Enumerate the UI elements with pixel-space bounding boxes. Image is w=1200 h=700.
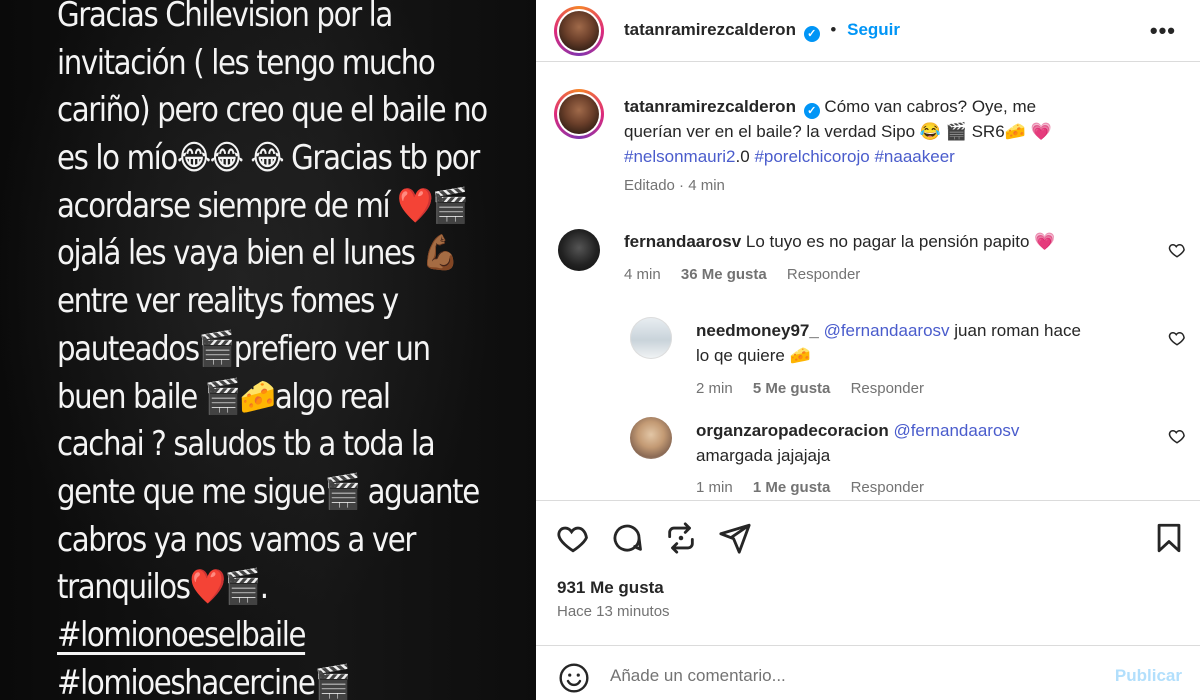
comment-meta: 4 min 36 Me gusta Responder bbox=[624, 266, 876, 283]
comment-username[interactable]: organzaropadecoracion bbox=[696, 421, 889, 440]
post-actions: 931 Me gusta Hace 13 minutos Publicar bbox=[536, 500, 1200, 700]
comment-mention[interactable]: @fernandaarosv bbox=[824, 321, 950, 340]
add-comment-bar: Publicar bbox=[536, 645, 1200, 700]
story-line: pauteados🎬prefiero ver un bbox=[57, 328, 431, 369]
story-text: Gracias Chilevision por la invitación ( … bbox=[57, 0, 488, 700]
repost-icon[interactable] bbox=[664, 521, 698, 555]
comment-likes[interactable]: 1 Me gusta bbox=[753, 479, 831, 496]
smiley-icon[interactable] bbox=[558, 662, 590, 694]
story-line: cariño) pero creo que el baile no bbox=[57, 90, 488, 131]
story-image: Gracias Chilevision por la invitación ( … bbox=[0, 0, 536, 700]
comment-meta: 1 min 1 Me gusta Responder bbox=[696, 479, 940, 496]
story-line: tranquilos❤️🎬. bbox=[57, 567, 269, 608]
comment-meta: 2 min 5 Me gusta Responder bbox=[696, 380, 940, 397]
comment-reply-item: needmoney97_ @fernandaarosv juan roman h… bbox=[536, 313, 1200, 403]
caption-text: tatanramirezcalderon ✓ Cómo van cabros? … bbox=[624, 94, 1094, 169]
story-hashtag: #lomioeshacercine🎬 bbox=[57, 662, 351, 700]
caption-meta: Editado · 4 min bbox=[624, 177, 725, 194]
comment-body: amargada jajajaja bbox=[696, 446, 831, 465]
post-panel: tatanramirezcalderon ✓ • Seguir ••• tata… bbox=[536, 0, 1200, 700]
author-username[interactable]: tatanramirezcalderon bbox=[624, 20, 796, 39]
reply-button[interactable]: Responder bbox=[851, 380, 924, 397]
caption-hashtag[interactable]: #naaakeer bbox=[874, 147, 954, 166]
story-line: Gracias Chilevision por la bbox=[57, 0, 393, 35]
comment-text: organzaropadecoracion @fernandaarosv ama… bbox=[696, 418, 1096, 468]
story-line: cachai ? saludos tb a toda la bbox=[57, 424, 436, 465]
comment-likes[interactable]: 5 Me gusta bbox=[753, 380, 831, 397]
follow-button[interactable]: Seguir bbox=[847, 20, 900, 39]
caption-hashtag[interactable]: #nelsonmauri2 bbox=[624, 147, 736, 166]
heart-icon[interactable] bbox=[1168, 427, 1186, 445]
comment-username[interactable]: needmoney97_ bbox=[696, 321, 819, 340]
likes-count[interactable]: 931 Me gusta bbox=[557, 578, 664, 598]
comment-bubble-icon[interactable] bbox=[610, 521, 644, 555]
story-line: acordarse siempre de mí ❤️🎬 bbox=[57, 185, 469, 226]
caption-hashtag-suffix: .0 bbox=[735, 147, 750, 166]
comment-username[interactable]: fernandaarosv bbox=[624, 232, 741, 251]
comment-likes[interactable]: 36 Me gusta bbox=[681, 266, 767, 283]
comment-text: needmoney97_ @fernandaarosv juan roman h… bbox=[696, 318, 1096, 368]
paper-plane-icon[interactable] bbox=[718, 521, 752, 555]
comment-input[interactable] bbox=[610, 660, 1090, 692]
comment-text: fernandaarosv Lo tuyo es no pagar la pen… bbox=[624, 229, 1084, 254]
story-hashtag: #lomionoeselbaile bbox=[57, 614, 306, 655]
separator-dot: • bbox=[830, 20, 837, 39]
caption: tatanramirezcalderon ✓ Cómo van cabros? … bbox=[536, 63, 1200, 213]
header-info: tatanramirezcalderon ✓ • Seguir bbox=[624, 20, 900, 42]
heart-icon[interactable] bbox=[556, 521, 590, 555]
comment-reply-item: organzaropadecoracion @fernandaarosv ama… bbox=[536, 413, 1200, 500]
comment-time: 1 min bbox=[696, 479, 733, 496]
story-line: ojalá les vaya bien el lunes 💪🏾 bbox=[57, 233, 459, 274]
story-line: cabros ya nos vamos a ver bbox=[57, 519, 416, 560]
verified-badge-icon: ✓ bbox=[803, 26, 820, 42]
commenter-avatar[interactable] bbox=[558, 229, 600, 271]
caption-hashtag[interactable]: #porelchicorojo bbox=[754, 147, 869, 166]
comment-body: Lo tuyo es no pagar la pensión papito 💗 bbox=[745, 232, 1056, 251]
reply-button[interactable]: Responder bbox=[851, 479, 924, 496]
comment-mention[interactable]: @fernandaarosv bbox=[893, 421, 1019, 440]
heart-icon[interactable] bbox=[1168, 329, 1186, 347]
post-header: tatanramirezcalderon ✓ • Seguir ••• bbox=[536, 0, 1200, 62]
caption-avatar[interactable] bbox=[554, 89, 604, 139]
heart-icon[interactable] bbox=[1168, 241, 1186, 259]
story-line: buen baile 🎬🧀algo real bbox=[57, 376, 391, 417]
caption-username[interactable]: tatanramirezcalderon bbox=[624, 97, 796, 116]
post-time: Hace 13 minutos bbox=[557, 603, 670, 620]
story-line: gente que me sigue🎬 aguante bbox=[57, 471, 480, 512]
bookmark-icon[interactable] bbox=[1152, 521, 1186, 555]
publish-button[interactable]: Publicar bbox=[1115, 666, 1182, 686]
commenter-avatar[interactable] bbox=[630, 417, 672, 459]
story-line: entre ver realitys fomes y bbox=[57, 281, 399, 322]
author-avatar[interactable] bbox=[554, 6, 604, 56]
comment-time: 4 min bbox=[624, 266, 661, 283]
commenter-avatar[interactable] bbox=[630, 317, 672, 359]
story-line: invitación ( les tengo mucho bbox=[57, 42, 436, 83]
reply-button[interactable]: Responder bbox=[787, 266, 860, 283]
more-options-icon[interactable]: ••• bbox=[1150, 18, 1176, 44]
comments-section[interactable]: tatanramirezcalderon ✓ Cómo van cabros? … bbox=[536, 63, 1200, 500]
comment-item: fernandaarosv Lo tuyo es no pagar la pen… bbox=[536, 225, 1200, 295]
story-line: es lo mío😂😂 😂 Gracias tb por bbox=[57, 138, 480, 179]
verified-badge-icon: ✓ bbox=[803, 103, 820, 119]
comment-time: 2 min bbox=[696, 380, 733, 397]
